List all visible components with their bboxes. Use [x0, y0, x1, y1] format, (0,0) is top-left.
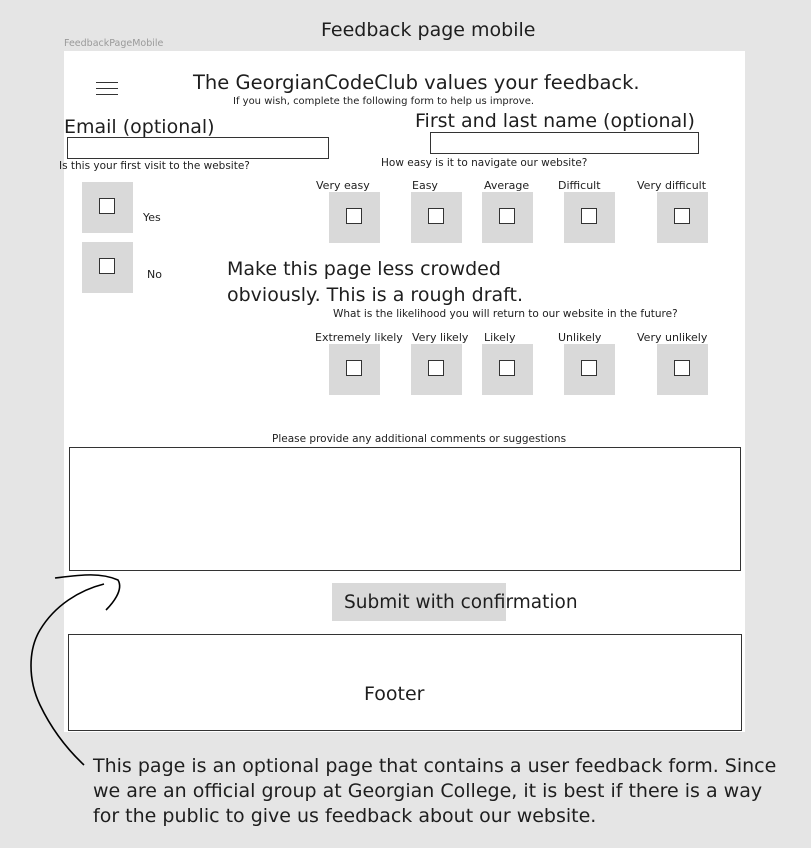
navigation-option-label: Average — [484, 179, 530, 192]
return-unlikely-checkbox[interactable] — [564, 344, 615, 395]
return-very-unlikely-checkbox[interactable] — [657, 344, 708, 395]
return-option-label: Extremely likely — [315, 331, 403, 344]
navigation-question: How easy is it to navigate our website? — [381, 157, 588, 169]
return-likely-checkbox[interactable] — [482, 344, 533, 395]
navigation-option-label: Very easy — [316, 179, 370, 192]
design-note: Make this page less crowded obviously. T… — [227, 258, 523, 306]
footer: Footer — [68, 634, 742, 731]
return-extremely-likely-checkbox[interactable] — [329, 344, 380, 395]
navigation-very-difficult-checkbox[interactable] — [657, 192, 708, 243]
comments-textarea[interactable] — [69, 447, 741, 571]
footer-label: Footer — [364, 683, 425, 705]
page-heading: The GeorgianCodeClub values your feedbac… — [193, 71, 640, 94]
navigation-option-label: Difficult — [558, 179, 601, 192]
navigation-option-label: Easy — [412, 179, 438, 192]
navigation-difficult-checkbox[interactable] — [564, 192, 615, 243]
return-option-label: Unlikely — [558, 331, 602, 344]
email-field[interactable] — [67, 137, 329, 159]
frame-label: FeedbackPageMobile — [64, 38, 164, 49]
canvas-title: Feedback page mobile — [321, 19, 536, 41]
first-visit-no-checkbox[interactable] — [82, 242, 133, 293]
return-option-label: Very unlikely — [637, 331, 708, 344]
first-visit-yes-label: Yes — [143, 211, 161, 224]
navigation-easy-checkbox[interactable] — [411, 192, 462, 243]
return-option-label: Very likely — [412, 331, 469, 344]
navigation-very-easy-checkbox[interactable] — [329, 192, 380, 243]
first-visit-no-label: No — [147, 268, 162, 281]
first-visit-question: Is this your first visit to the website? — [59, 160, 250, 172]
name-field[interactable] — [430, 132, 699, 154]
email-label: Email (optional) — [64, 116, 215, 138]
return-question: What is the likelihood you will return t… — [333, 308, 678, 320]
comments-label: Please provide any additional comments o… — [272, 433, 567, 445]
page-subheading: If you wish, complete the following form… — [233, 96, 535, 107]
annotation-text: This page is an optional page that conta… — [93, 755, 777, 827]
hamburger-menu-icon[interactable] — [96, 82, 118, 96]
name-label: First and last name (optional) — [415, 110, 695, 132]
navigation-option-label: Very difficult — [637, 179, 707, 192]
return-very-likely-checkbox[interactable] — [411, 344, 462, 395]
first-visit-yes-checkbox[interactable] — [82, 182, 133, 233]
navigation-average-checkbox[interactable] — [482, 192, 533, 243]
submit-button[interactable]: Submit with confirmation — [332, 583, 578, 621]
return-option-label: Likely — [484, 331, 516, 344]
